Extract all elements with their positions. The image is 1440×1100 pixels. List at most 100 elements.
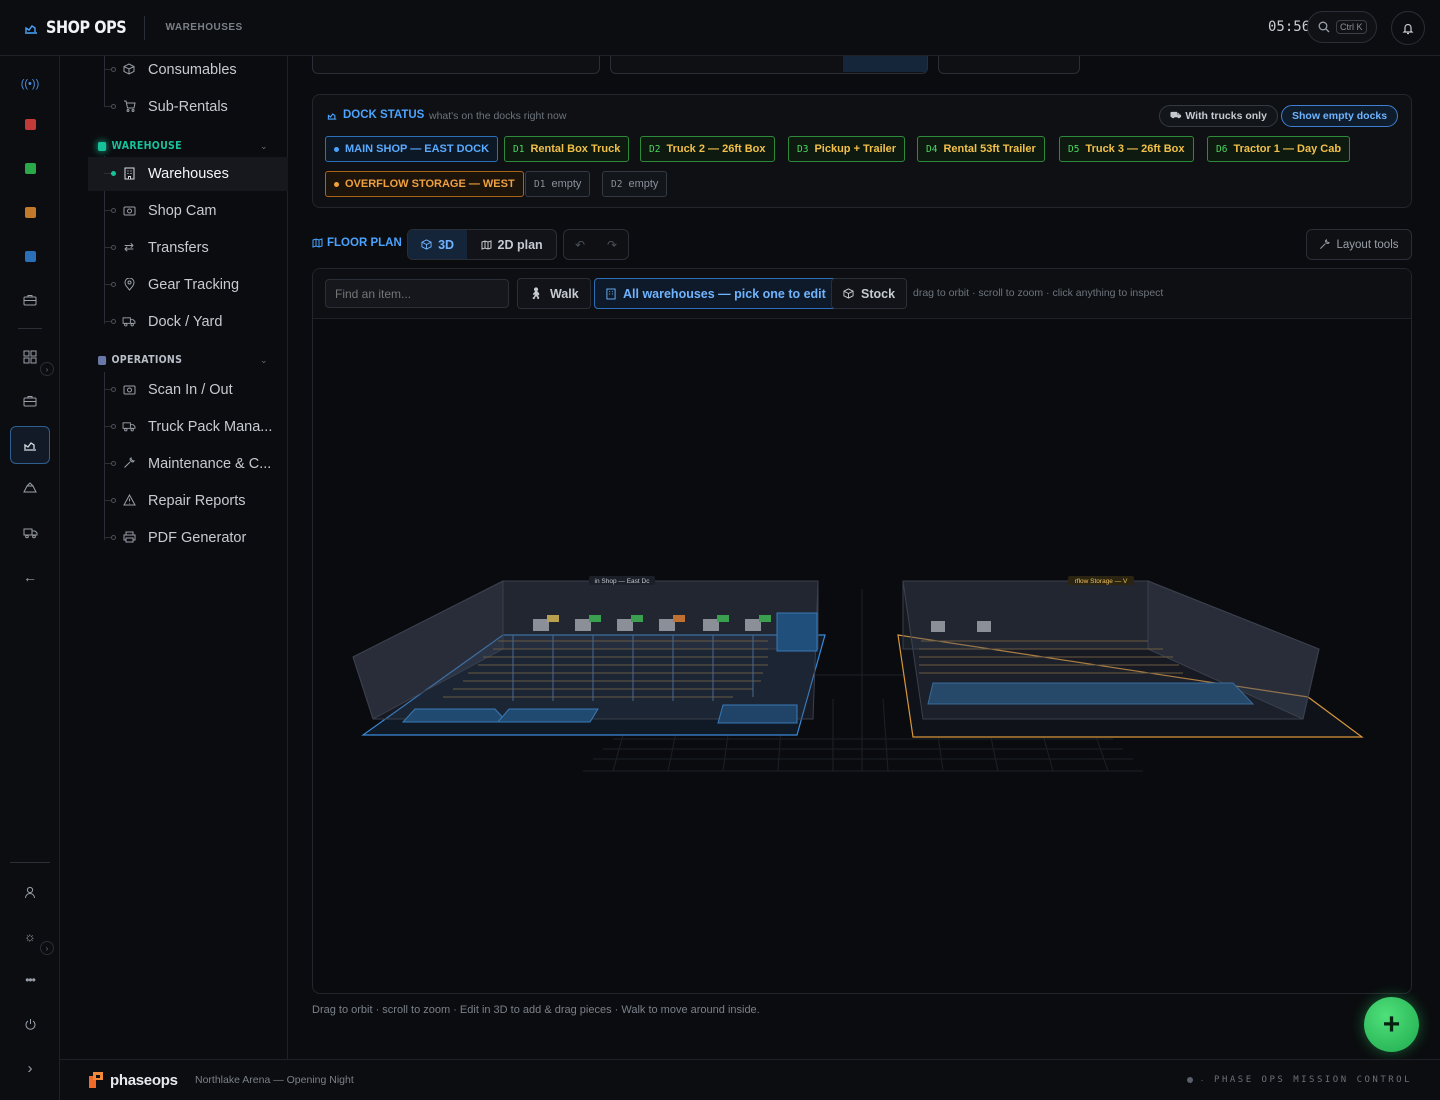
section-warehouse[interactable]: WAREHOUSE: [98, 138, 182, 154]
floor-plan-viewer[interactable]: 🚶︎ Walk All warehouses — pick one to edi…: [312, 268, 1412, 994]
dock-chip-d1[interactable]: D1 Rental Box Truck: [504, 136, 630, 162]
orange-square-icon: [24, 206, 36, 218]
sidebar-item-dock-yard[interactable]: Dock / Yard: [88, 305, 288, 339]
brand[interactable]: SHOP OPS: [24, 18, 140, 38]
rail-expand[interactable]: ›: [10, 1049, 50, 1087]
dock-chip-d4[interactable]: D4 Rental 53ft Trailer: [917, 136, 1045, 162]
redo-icon[interactable]: ↷: [607, 238, 617, 252]
rail-inventory[interactable]: [10, 382, 50, 420]
toggle-label: With trucks only: [1185, 110, 1267, 122]
overflow-dock-chip-d1[interactable]: D1 empty: [525, 171, 591, 197]
notifications-button[interactable]: [1391, 11, 1425, 45]
section-color-icon: [98, 141, 107, 151]
cutoff-filter-button[interactable]: [843, 56, 927, 72]
rail-orange[interactable]: [10, 193, 50, 231]
plus-icon: +: [1382, 1007, 1401, 1041]
dock-chip-d5[interactable]: D5 Truck 3 — 26ft Box: [1059, 136, 1194, 162]
rail-green[interactable]: [10, 149, 50, 187]
rail-settings-chevron[interactable]: ›: [40, 941, 54, 955]
sidebar-item-transfers[interactable]: ⇄ Transfers: [88, 231, 288, 265]
cart-icon: [122, 99, 136, 113]
warehouse-select-label: All warehouses — pick one to edit: [623, 286, 826, 301]
grid-icon: [23, 350, 37, 364]
chart-icon: [25, 24, 37, 34]
dock-status-title-text: DOCK STATUS: [343, 109, 425, 121]
chevron-down-icon[interactable]: ⌄: [260, 355, 268, 366]
sidebar-item-sub-rentals[interactable]: Sub-Rentals: [88, 90, 288, 124]
section-color-icon: [98, 355, 107, 365]
sidebar-item-gear-tracking[interactable]: Gear Tracking: [88, 268, 288, 302]
dock-status-panel: DOCK STATUS what's on the docks right no…: [312, 94, 1412, 208]
rail-divider: [18, 328, 42, 329]
rail-back[interactable]: ←: [10, 558, 50, 596]
rail-trucks[interactable]: [10, 514, 50, 552]
overflow-storage-dock-label[interactable]: OVERFLOW STORAGE — WEST: [325, 171, 524, 197]
rail-more[interactable]: •••: [10, 961, 50, 999]
rail-broadcast[interactable]: ((•)): [10, 65, 50, 103]
box-icon: [843, 288, 854, 299]
rail-expand-chevron[interactable]: ›: [40, 362, 54, 376]
rail-blue[interactable]: [10, 237, 50, 275]
find-item-input[interactable]: [325, 279, 509, 308]
dock-chip-d6[interactable]: D6 Tractor 1 — Day Cab: [1207, 136, 1351, 162]
dock-chip-d3[interactable]: D3 Pickup + Trailer: [788, 136, 906, 162]
viewer-toolbar: 🚶︎ Walk All warehouses — pick one to edi…: [313, 269, 1411, 319]
warehouse-select-button[interactable]: All warehouses — pick one to edit: [594, 278, 838, 309]
sidebar-item-repair-reports[interactable]: Repair Reports: [88, 484, 288, 518]
sidebar-item-scan[interactable]: Scan In / Out: [88, 373, 288, 407]
add-button[interactable]: +: [1364, 997, 1419, 1052]
undo-icon[interactable]: ↶: [575, 238, 585, 252]
box-icon: [122, 62, 136, 76]
rail-briefcase[interactable]: [10, 281, 50, 319]
chevron-right-icon: ›: [45, 943, 49, 953]
walk-icon: 🚶︎: [529, 288, 543, 300]
view-2d-button[interactable]: 2D plan: [467, 230, 556, 259]
warehouse-chart-icon: [24, 442, 36, 451]
cutoff-search-field[interactable]: [312, 56, 600, 74]
rail-power[interactable]: [10, 1005, 50, 1043]
dock-chip-d2[interactable]: D2 Truck 2 — 26ft Box: [640, 136, 775, 162]
sidebar-item-shop-cam[interactable]: Shop Cam: [88, 194, 288, 228]
dock-label: Rental 53ft Trailer: [943, 143, 1036, 155]
dock-code: D6: [1216, 143, 1228, 155]
sidebar-item-label: PDF Generator: [148, 530, 247, 546]
rail-venue[interactable]: [10, 469, 50, 507]
sidebar-item-pdf-generator[interactable]: PDF Generator: [88, 521, 288, 555]
breadcrumb[interactable]: WAREHOUSES: [165, 22, 242, 33]
rail-red[interactable]: [10, 105, 50, 143]
section-operations[interactable]: OPERATIONS: [98, 352, 182, 368]
toggle-label: Show empty docks: [1292, 110, 1388, 122]
main-shop-dock-label[interactable]: MAIN SHOP — EAST DOCK: [325, 136, 499, 162]
briefcase-icon: [23, 396, 37, 407]
chevron-down-icon[interactable]: ⌄: [260, 141, 268, 152]
dock-code: D3: [797, 143, 809, 155]
sidebar-item-label: Repair Reports: [148, 493, 246, 509]
search-button[interactable]: Ctrl K: [1307, 11, 1377, 43]
overflow-dock-chip-d2[interactable]: D2 empty: [602, 171, 668, 197]
sidebar-item-truck-pack[interactable]: Truck Pack Mana...: [88, 410, 288, 444]
show-empty-docks-toggle[interactable]: Show empty docks: [1281, 105, 1399, 127]
rail-profile[interactable]: [10, 873, 50, 911]
main-shop-warehouse[interactable]: in Shop — East Dc: [352, 576, 826, 736]
sidebar-item-maintenance[interactable]: Maintenance & C...: [88, 447, 288, 481]
chart-icon: [327, 112, 337, 120]
layout-tools-button[interactable]: Layout tools: [1306, 229, 1412, 260]
sidebar-item-warehouses[interactable]: Warehouses: [88, 157, 288, 191]
view-2d-label: 2D plan: [497, 237, 543, 252]
sidebar-item-label: Gear Tracking: [148, 277, 240, 293]
sidebar-item-consumables[interactable]: Consumables: [88, 53, 288, 87]
staging-zone-3: [717, 704, 798, 724]
rail-warehouse[interactable]: [10, 426, 50, 464]
with-trucks-toggle[interactable]: ⛟ With trucks only: [1159, 105, 1278, 127]
phaseops-logo[interactable]: phaseops: [88, 1071, 178, 1089]
red-square-icon: [24, 118, 36, 130]
sidebar-item-label: Transfers: [148, 240, 209, 256]
walk-button[interactable]: 🚶︎ Walk: [517, 278, 591, 309]
stock-button[interactable]: Stock: [831, 278, 908, 309]
view-3d-button[interactable]: 3D: [408, 230, 468, 259]
cutoff-filter-field[interactable]: [610, 56, 928, 74]
overflow-warehouse[interactable]: rflow Storage — V: [897, 576, 1364, 738]
sidebar-item-label: Dock / Yard: [148, 314, 223, 330]
cutoff-action-button[interactable]: [938, 56, 1080, 74]
3d-scene[interactable]: in Shop — East Dc rflow Storage — V: [313, 319, 1411, 993]
